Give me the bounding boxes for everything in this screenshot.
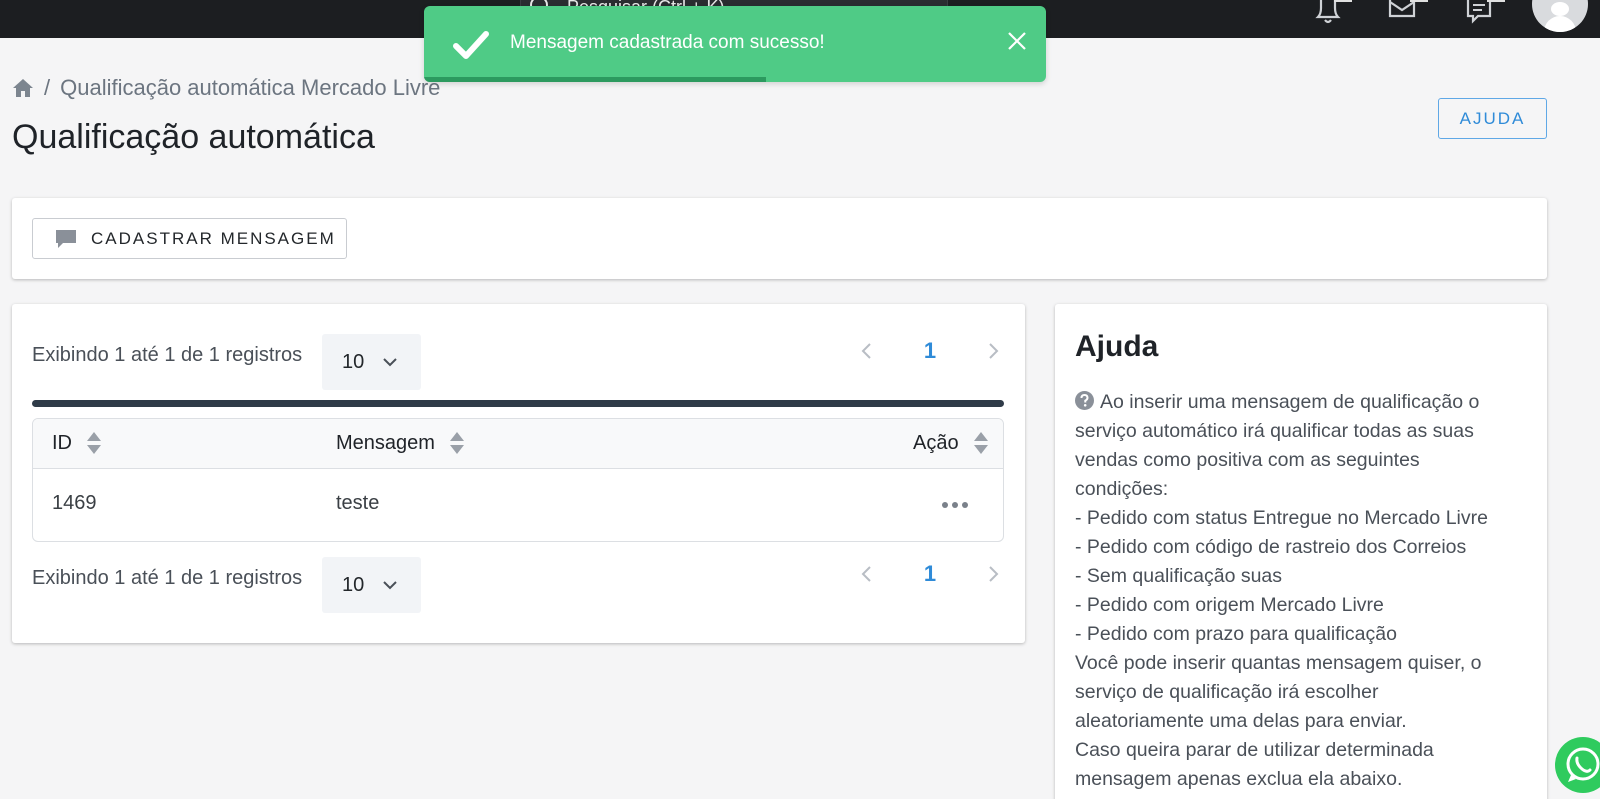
- user-avatar[interactable]: [1532, 0, 1588, 32]
- more-actions-icon[interactable]: [941, 495, 969, 515]
- help-line: - Pedido com origem Mercado Livre: [1075, 594, 1384, 616]
- breadcrumb: / Qualificação automática Mercado Livre: [12, 74, 440, 102]
- help-line: mensagem apenas exclua ela abaixo.: [1075, 768, 1403, 790]
- sort-icon: [973, 432, 988, 454]
- chevron-left-icon[interactable]: [860, 341, 874, 361]
- toast-progress-bar: [424, 77, 767, 82]
- actions-card: CADASTRAR MENSAGEM: [12, 198, 1547, 279]
- page-title: Qualificação automática: [12, 118, 375, 156]
- column-header-label: ID: [52, 431, 72, 454]
- page-size-value: 10: [342, 350, 365, 373]
- chevron-down-icon: [383, 358, 397, 367]
- help-line: vendas como positiva com as seguintes: [1075, 449, 1420, 471]
- table-row: 1469 teste: [33, 469, 1003, 541]
- column-header-label: Ação: [913, 431, 959, 454]
- page-number[interactable]: 1: [918, 561, 942, 587]
- help-line: serviço de qualificação irá escolher: [1075, 681, 1379, 703]
- mail-badge: [1410, 0, 1428, 2]
- check-icon: [453, 31, 489, 59]
- register-message-button[interactable]: CADASTRAR MENSAGEM: [32, 218, 347, 259]
- help-title: Ajuda: [1075, 330, 1159, 363]
- message-icon[interactable]: [1465, 0, 1495, 30]
- help-line: condições:: [1075, 478, 1169, 500]
- column-header-id[interactable]: ID: [52, 431, 102, 455]
- chevron-right-icon[interactable]: [986, 341, 1000, 361]
- pagination-bottom: 1: [860, 561, 1000, 587]
- records-info-bottom: Exibindo 1 até 1 de 1 registros: [32, 567, 303, 589]
- chevron-left-icon[interactable]: [860, 564, 874, 584]
- page-number[interactable]: 1: [918, 338, 942, 364]
- breadcrumb-separator: /: [44, 75, 51, 100]
- cell-id: 1469: [52, 492, 97, 514]
- notification-badge: [1334, 0, 1352, 2]
- help-line: - Pedido com prazo para qualificação: [1075, 623, 1397, 645]
- page-size-select-bottom[interactable]: 10: [322, 557, 421, 613]
- messages-table: ID Mensagem Ação 1469 teste: [32, 418, 1004, 542]
- sort-icon: [449, 432, 464, 454]
- bell-icon[interactable]: [1313, 0, 1343, 30]
- help-line: Você pode inserir quantas mensagem quise…: [1075, 652, 1482, 674]
- help-text: Ao inserir uma mensagem de qualificação …: [1075, 388, 1535, 794]
- table-header: ID Mensagem Ação: [33, 419, 1003, 469]
- help-line: - Pedido com código de rastreio dos Corr…: [1075, 536, 1467, 558]
- breadcrumb-current: Qualificação automática Mercado Livre: [60, 75, 441, 100]
- help-line: - Sem qualificação suas: [1075, 565, 1283, 587]
- toast-message: Mensagem cadastrada com sucesso!: [510, 32, 825, 53]
- mail-icon[interactable]: [1388, 0, 1418, 30]
- register-message-label: CADASTRAR MENSAGEM: [91, 228, 336, 248]
- whatsapp-button[interactable]: [1555, 737, 1600, 793]
- chevron-down-icon: [383, 581, 397, 590]
- column-header-label: Mensagem: [336, 431, 435, 454]
- avatar-head-shape: [1551, 2, 1569, 16]
- column-header-message[interactable]: Mensagem: [336, 431, 465, 455]
- help-line: Caso queira parar de utilizar determinad…: [1075, 739, 1434, 761]
- help-line: Ao inserir uma mensagem de qualificação …: [1075, 388, 1535, 417]
- avatar-shoulders-shape: [1544, 16, 1576, 32]
- records-info-top: Exibindo 1 até 1 de 1 registros: [32, 344, 303, 366]
- help-line: aleatoriamente uma delas para enviar.: [1075, 710, 1407, 732]
- help-button[interactable]: AJUDA: [1438, 98, 1547, 139]
- column-header-action[interactable]: Ação: [913, 431, 989, 455]
- pagination-top: 1: [860, 338, 1000, 364]
- help-card: Ajuda Ao inserir uma mensagem de qualifi…: [1055, 304, 1547, 799]
- whatsapp-icon: [1566, 747, 1600, 782]
- cell-message: teste: [336, 492, 380, 514]
- close-icon[interactable]: [1004, 28, 1030, 54]
- question-circle-icon: [1075, 391, 1094, 410]
- message-badge: [1487, 0, 1505, 2]
- chat-icon: [56, 229, 76, 248]
- messages-table-card: Exibindo 1 até 1 de 1 registros 10 1 ID …: [12, 304, 1025, 643]
- help-line: - Pedido com status Entregue no Mercado …: [1075, 507, 1488, 529]
- help-line: serviço automático irá qualificar todas …: [1075, 420, 1474, 442]
- home-icon[interactable]: [12, 78, 34, 98]
- page-size-select-top[interactable]: 10: [322, 334, 421, 390]
- help-line-text: Ao inserir uma mensagem de qualificação …: [1100, 391, 1480, 413]
- sort-icon: [87, 432, 101, 454]
- page-size-value: 10: [342, 573, 365, 596]
- chevron-right-icon[interactable]: [986, 564, 1000, 584]
- success-toast: Mensagem cadastrada com sucesso!: [424, 6, 1046, 82]
- table-scrollbar[interactable]: [32, 400, 1004, 407]
